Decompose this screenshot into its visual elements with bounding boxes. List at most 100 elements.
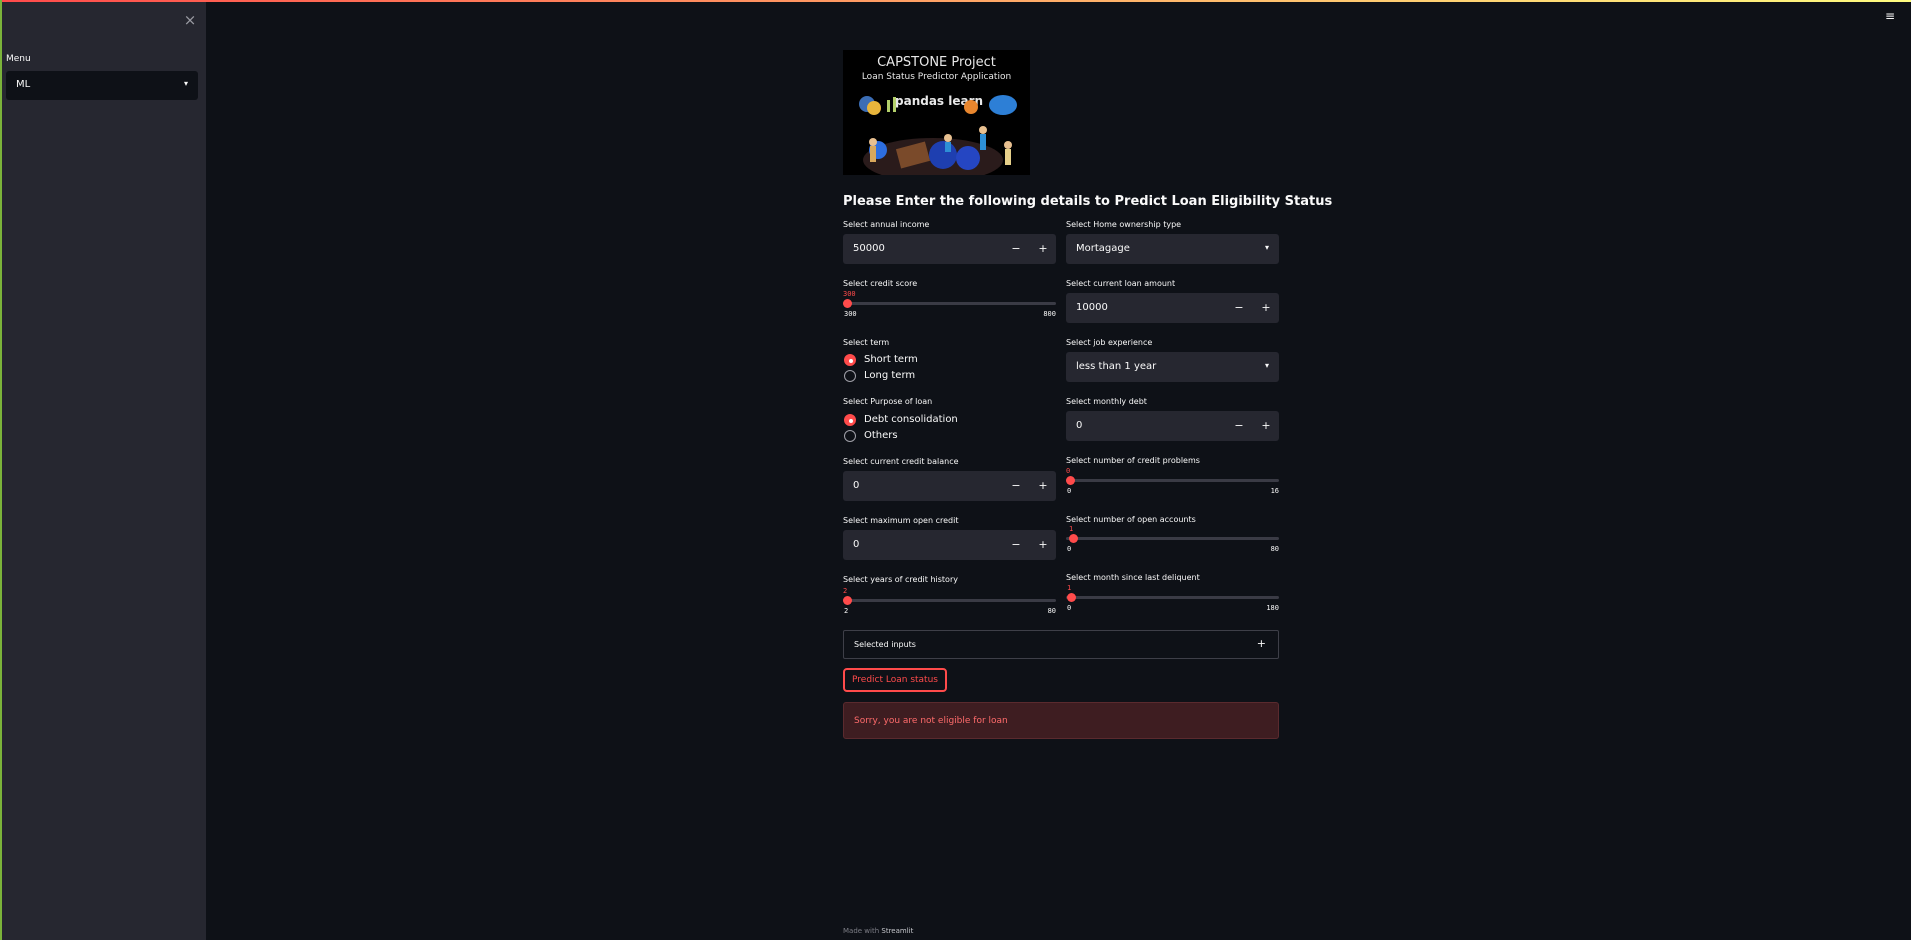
credit-history-label: Select years of credit history xyxy=(843,575,958,584)
credit-score-current-value: 300 xyxy=(843,290,856,298)
term-option-label: Short term xyxy=(864,354,918,365)
chevron-down-icon: ▾ xyxy=(1264,243,1269,252)
monthly-debt-label: Select monthly debt xyxy=(1066,397,1147,406)
menu-select[interactable]: ML ▾ xyxy=(6,71,198,100)
footer-prefix: Made with xyxy=(843,927,882,935)
credit-history-slider[interactable]: 2 2 80 xyxy=(843,587,1056,621)
credit-balance-decrement-button[interactable]: − xyxy=(1003,471,1029,501)
max-open-credit-input[interactable]: 0 − + xyxy=(843,530,1056,560)
credit-score-track[interactable] xyxy=(843,302,1056,305)
max-open-credit-decrement-button[interactable]: − xyxy=(1003,530,1029,560)
credit-problems-slider[interactable]: 0 0 16 xyxy=(1066,467,1279,501)
chevron-down-icon: ▾ xyxy=(183,79,188,88)
purpose-option-debt[interactable]: Debt consolidation xyxy=(844,413,1044,427)
monthly-debt-input[interactable]: 0 − + xyxy=(1066,411,1279,441)
annual-income-input[interactable]: 50000 − + xyxy=(843,234,1056,264)
current-loan-label: Select current loan amount xyxy=(1066,279,1176,288)
current-loan-increment-button[interactable]: + xyxy=(1253,293,1279,323)
term-option-long[interactable]: Long term xyxy=(844,369,1044,383)
credit-history-max: 80 xyxy=(1047,607,1056,615)
current-loan-decrement-button[interactable]: − xyxy=(1226,293,1252,323)
menu-label: Menu xyxy=(6,54,31,64)
credit-history-min: 2 xyxy=(844,607,849,615)
purpose-option-label: Others xyxy=(864,430,898,441)
streamlit-link[interactable]: Streamlit xyxy=(881,927,913,935)
annual-income-decrement-button[interactable]: − xyxy=(1003,234,1029,264)
current-loan-value: 10000 xyxy=(1076,302,1108,313)
menu-select-value: ML xyxy=(16,79,31,90)
annual-income-value: 50000 xyxy=(853,243,885,254)
radio-unselected-icon xyxy=(844,370,856,382)
job-experience-label: Select job experience xyxy=(1066,338,1153,347)
credit-balance-label: Select current credit balance xyxy=(843,457,959,466)
month-delinquent-slider[interactable]: 1 0 180 xyxy=(1066,584,1279,618)
radio-selected-icon xyxy=(844,414,856,426)
home-ownership-value: Mortagage xyxy=(1076,243,1130,254)
alert-message: Sorry, you are not eligible for loan xyxy=(854,716,1008,726)
open-accounts-max: 80 xyxy=(1270,545,1279,553)
close-sidebar-icon[interactable]: × xyxy=(182,11,198,29)
credit-problems-label: Select number of credit problems xyxy=(1066,456,1200,465)
chevron-down-icon: ▾ xyxy=(1264,361,1269,370)
annual-income-increment-button[interactable]: + xyxy=(1030,234,1056,264)
radio-unselected-icon xyxy=(844,430,856,442)
credit-score-thumb[interactable] xyxy=(843,299,852,308)
credit-score-max: 800 xyxy=(1043,310,1056,318)
top-decoration-bar xyxy=(0,0,1911,2)
radio-selected-icon xyxy=(844,354,856,366)
month-delinquent-label: Select month since last deliquent xyxy=(1066,573,1200,582)
month-delinquent-thumb[interactable] xyxy=(1067,593,1076,602)
home-ownership-select[interactable]: Mortagage ▾ xyxy=(1066,234,1279,264)
max-open-credit-label: Select maximum open credit xyxy=(843,516,959,525)
credit-problems-current-value: 0 xyxy=(1066,467,1071,475)
credit-problems-min: 0 xyxy=(1067,487,1072,495)
home-ownership-label: Select Home ownership type xyxy=(1066,220,1182,229)
current-loan-input[interactable]: 10000 − + xyxy=(1066,293,1279,323)
expand-plus-icon: + xyxy=(1256,637,1266,650)
credit-balance-value: 0 xyxy=(853,480,860,491)
month-delinquent-track[interactable] xyxy=(1066,596,1279,599)
purpose-option-label: Debt consolidation xyxy=(864,414,958,425)
month-delinquent-min: 0 xyxy=(1067,604,1072,612)
job-experience-value: less than 1 year xyxy=(1076,361,1157,372)
credit-problems-thumb[interactable] xyxy=(1066,476,1075,485)
term-option-label: Long term xyxy=(864,370,916,381)
selected-inputs-expander[interactable]: Selected inputs + xyxy=(843,630,1279,659)
open-accounts-min: 0 xyxy=(1067,545,1072,553)
term-option-short[interactable]: Short term xyxy=(844,353,1044,367)
credit-balance-increment-button[interactable]: + xyxy=(1030,471,1056,501)
monthly-debt-decrement-button[interactable]: − xyxy=(1226,411,1252,441)
open-accounts-thumb[interactable] xyxy=(1069,534,1078,543)
hamburger-menu-icon[interactable]: ≡ xyxy=(1885,10,1897,22)
open-accounts-current-value: 1 xyxy=(1069,525,1074,533)
predict-loan-status-button[interactable]: Predict Loan status xyxy=(843,668,947,692)
credit-history-thumb[interactable] xyxy=(843,596,852,605)
credit-problems-track[interactable] xyxy=(1066,479,1279,482)
monthly-debt-value: 0 xyxy=(1076,420,1083,431)
purpose-label: Select Purpose of loan xyxy=(843,397,933,406)
credit-score-slider[interactable]: 300 300 800 xyxy=(843,290,1056,324)
banner-image: CAPSTONE Project Loan Status Predictor A… xyxy=(843,50,1030,175)
credit-problems-max: 16 xyxy=(1270,487,1279,495)
open-accounts-slider[interactable]: 1 0 80 xyxy=(1066,525,1279,559)
banner-illustration xyxy=(859,95,1017,175)
expander-label: Selected inputs xyxy=(854,640,916,649)
predict-button-label: Predict Loan status xyxy=(852,675,938,685)
job-experience-select[interactable]: less than 1 year ▾ xyxy=(1066,352,1279,382)
sidebar: × Menu ML ▾ xyxy=(2,2,206,940)
credit-history-track[interactable] xyxy=(843,599,1056,602)
max-open-credit-increment-button[interactable]: + xyxy=(1030,530,1056,560)
purpose-option-others[interactable]: Others xyxy=(844,429,1044,443)
page-heading: Please Enter the following details to Pr… xyxy=(843,194,1333,209)
max-open-credit-value: 0 xyxy=(853,539,860,550)
footer: Made with Streamlit xyxy=(843,927,913,935)
credit-balance-input[interactable]: 0 − + xyxy=(843,471,1056,501)
term-label: Select term xyxy=(843,338,890,347)
credit-score-min: 300 xyxy=(844,310,857,318)
credit-history-current-value: 2 xyxy=(843,587,848,595)
monthly-debt-increment-button[interactable]: + xyxy=(1253,411,1279,441)
month-delinquent-max: 180 xyxy=(1266,604,1279,612)
annual-income-label: Select annual income xyxy=(843,220,930,229)
open-accounts-track[interactable] xyxy=(1066,537,1279,540)
error-alert: Sorry, you are not eligible for loan xyxy=(843,702,1279,739)
